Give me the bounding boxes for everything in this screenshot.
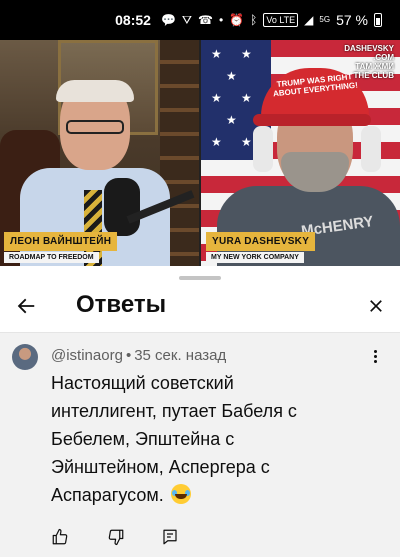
video-player[interactable]: ЛЕОН ВАЙНШТЕЙН ROADMAP TO FREEDOM ★ ★ ★ … [0, 40, 400, 266]
sheet-header: Ответы [0, 284, 400, 332]
replies-sheet: Ответы @istinaorg • 35 сек. назад Настоящи… [0, 266, 400, 557]
star-icon: ★ [211, 91, 222, 105]
back-button[interactable] [12, 292, 40, 320]
video-left-panel: ЛЕОН ВАЙНШТЕЙН ROADMAP TO FREEDOM [0, 40, 199, 266]
left-speaker-subtitle: ROADMAP TO FREEDOM [4, 252, 99, 263]
data-saver-icon: ⛛ [181, 13, 192, 27]
sheet-title: Ответы [76, 291, 167, 318]
chat-notification-icon: 💬 [160, 13, 176, 27]
phone-icon: ☎ [198, 13, 213, 27]
alarm-icon: ⏰ [229, 13, 245, 27]
video-right-panel: ★ ★ ★ ★ ★ ★ ★ ★ McHENRY TRUMP WAS RIGHT … [201, 40, 400, 266]
watermark-line: ТАМ ЖМИ [355, 62, 394, 71]
status-time: 08:52 [115, 12, 151, 28]
star-icon: ★ [241, 135, 252, 149]
comment-time: 35 сек. назад [134, 347, 227, 364]
thumbs-down-icon [108, 529, 124, 546]
microphone [104, 178, 140, 236]
headphone-right [361, 126, 381, 172]
battery-icon [374, 13, 382, 27]
comment-item: @istinaorg • 35 сек. назад Настоящий совет… [0, 333, 400, 557]
bluetooth-icon: ᛒ [250, 13, 258, 27]
watermark-line: DASHEVSKY [344, 44, 394, 53]
channel-watermark: DASHEVSKY .COM ТАМ ЖМИ THE CLUB [344, 44, 394, 80]
star-icon: ★ [211, 47, 222, 61]
comment-author[interactable]: @istinaorg [51, 347, 123, 364]
comment-actions [0, 523, 400, 553]
glasses [66, 120, 124, 134]
network-5g-label: 5G [319, 15, 331, 24]
signal-icon: ◢ [304, 13, 314, 27]
dislike-button[interactable] [104, 525, 128, 549]
right-speaker-subtitle: MY NEW YORK COMPANY [206, 252, 304, 263]
star-icon: ★ [226, 69, 237, 83]
volte-icon: Vo LTE [263, 13, 299, 27]
comment-text: Настоящий советский интеллигент, путает … [51, 369, 321, 509]
like-button[interactable] [48, 525, 72, 549]
more-vert-icon[interactable] [366, 345, 384, 367]
meta-separator: • [125, 347, 132, 364]
watermark-line: .COM [373, 53, 394, 62]
drag-handle[interactable] [179, 276, 221, 280]
watermark-line: THE CLUB [353, 71, 394, 80]
star-icon: ★ [241, 47, 252, 61]
back-arrow-icon [17, 298, 35, 314]
left-speaker-hair [56, 80, 134, 102]
left-speaker-name-tag: ЛЕОН ВАЙНШТЕЙН [4, 232, 118, 251]
right-speaker-name-tag: YURA DASHEVSKY [206, 232, 316, 251]
dot-icon: • [218, 13, 224, 27]
star-icon: ★ [226, 113, 237, 127]
laughing-emoji-icon [170, 484, 191, 504]
close-button[interactable] [362, 292, 390, 320]
headphone-left [253, 126, 273, 172]
reply-icon [163, 529, 177, 545]
thumbs-up-icon [52, 528, 68, 545]
close-icon [370, 300, 382, 312]
red-cap-bill [253, 114, 371, 126]
star-icon: ★ [241, 91, 252, 105]
reply-button[interactable] [158, 525, 182, 549]
status-bar: 08:52 💬 ⛛ ☎ • ⏰ ᛒ Vo LTE ◢ 5G 57 % [0, 0, 400, 40]
comment-meta: @istinaorg • 35 сек. назад [51, 347, 226, 364]
avatar[interactable] [12, 344, 38, 370]
battery-percent: 57 % [336, 12, 368, 28]
star-icon: ★ [211, 135, 222, 149]
